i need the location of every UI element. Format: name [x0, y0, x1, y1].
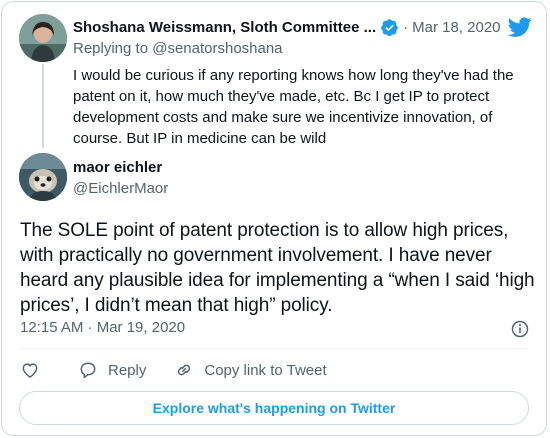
main-author-name[interactable]: maor eichler [73, 159, 162, 176]
replying-to-label[interactable]: Replying to @senatorshoshana [73, 40, 283, 57]
reply-button[interactable]: Reply [78, 360, 146, 380]
parent-tweet-date[interactable]: Mar 18, 2020 [412, 19, 500, 36]
info-icon[interactable] [510, 319, 530, 339]
parent-tweet-header: Shoshana Weissmann, Sloth Committee ... … [73, 16, 513, 38]
parent-author-name[interactable]: Shoshana Weissmann, Sloth Committee ... [73, 19, 376, 36]
reply-label: Reply [108, 361, 147, 379]
speech-bubble-icon [80, 362, 96, 379]
main-avatar[interactable] [19, 153, 67, 201]
parent-tweet-text: I would be curious if any reporting know… [73, 67, 514, 147]
verified-badge-icon [381, 18, 398, 36]
embedded-tweet-card: Shoshana Weissmann, Sloth Committee ... … [1, 1, 547, 436]
main-author-handle[interactable]: @EichlerMaor [73, 180, 168, 197]
tweet-actions-bar: Reply Copy link to Tweet [20, 360, 355, 380]
explore-twitter-button[interactable]: Explore what's happening on Twitter [19, 391, 529, 425]
actions-divider [19, 348, 529, 349]
header-separator: · [403, 18, 409, 36]
twitter-bird-icon[interactable] [508, 15, 532, 39]
parent-avatar[interactable] [19, 14, 67, 62]
heart-icon [22, 363, 38, 378]
main-tweet-text: The SOLE point of patent protection is t… [20, 220, 535, 316]
thread-connector-line [42, 64, 44, 148]
copy-link-button[interactable]: Copy link to Tweet [174, 360, 327, 380]
tweet-timestamp[interactable]: 12:15 AM · Mar 19, 2020 [20, 319, 185, 336]
copy-link-label: Copy link to Tweet [204, 361, 327, 379]
like-button[interactable] [20, 360, 50, 380]
link-icon [178, 364, 191, 376]
